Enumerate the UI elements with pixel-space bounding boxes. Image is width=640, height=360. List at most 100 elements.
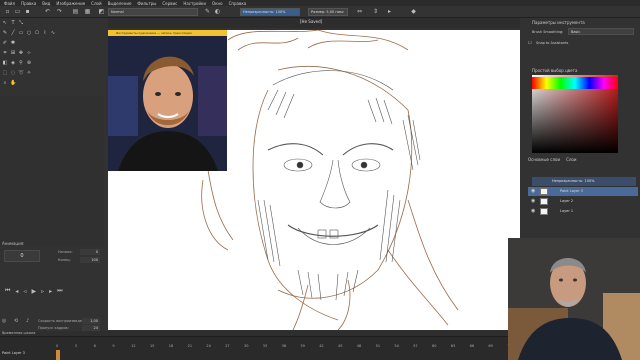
zoom-tool-icon[interactable]: ⌕: [2, 80, 8, 86]
edit-shapes-icon[interactable]: ⤡: [18, 20, 24, 26]
timeline-tick-label: 24: [206, 344, 211, 348]
snap-checkbox[interactable]: ☐: [528, 40, 532, 45]
rect-select-icon[interactable]: ⬚: [2, 70, 8, 76]
last-frame-icon[interactable]: ⏭: [57, 287, 62, 295]
menu-image[interactable]: Изображение: [56, 1, 85, 6]
gradient-icon[interactable]: ▤: [72, 8, 79, 15]
menu-help[interactable]: Справка: [229, 1, 247, 6]
layer-panel-tabs: Основные слои Слои: [528, 157, 638, 165]
gradient-tool-icon[interactable]: ◧: [2, 60, 8, 66]
menu-select[interactable]: Выделение: [108, 1, 132, 6]
tab-main-layers[interactable]: Основные слои: [528, 157, 560, 165]
hue-slider[interactable]: [532, 77, 618, 89]
wrap-around-icon[interactable]: ▸: [386, 8, 393, 15]
pattern-icon[interactable]: ▦: [84, 8, 91, 15]
lasso-select-icon[interactable]: ➰: [18, 70, 24, 76]
crop-tool-icon[interactable]: ⌗: [2, 50, 8, 56]
move-tool-icon[interactable]: ✥: [18, 50, 24, 56]
streamer-portrait: [108, 36, 227, 171]
next-frame-icon[interactable]: ▹: [41, 288, 44, 295]
audio-icon[interactable]: ♪: [26, 318, 29, 324]
visibility-eye-icon[interactable]: ◉: [531, 208, 535, 214]
redo-icon[interactable]: ↷: [56, 8, 63, 15]
menu-view[interactable]: Вид: [42, 1, 50, 6]
mirror-horizontal-icon[interactable]: ⇔: [356, 8, 363, 15]
prev-frame-icon[interactable]: ◃: [23, 288, 26, 295]
menu-settings[interactable]: Настройки: [183, 1, 206, 6]
timeline-tick-label: 57: [413, 344, 418, 348]
animation-panel-title: Анимация:: [2, 241, 25, 246]
layer-name: Paint Layer 3: [560, 189, 583, 193]
color-swatch-icon[interactable]: ◩: [98, 8, 105, 15]
dynamic-brush-icon[interactable]: ✐: [2, 40, 8, 46]
ellipse-tool-icon[interactable]: ○: [26, 30, 32, 36]
undo-icon[interactable]: ↶: [44, 8, 51, 15]
play-icon[interactable]: ▶: [31, 288, 36, 295]
blend-mode-select[interactable]: Normal: [108, 8, 198, 16]
timeline-tick-label: 36: [281, 344, 287, 348]
assistant-tool-icon[interactable]: ⊹: [26, 50, 32, 56]
first-frame-icon[interactable]: ⏮: [5, 287, 10, 295]
timeline-tick-label: 54: [394, 344, 399, 348]
brush-size-slider[interactable]: Размер: 5,00 пикс: [308, 8, 348, 16]
menu-file[interactable]: Файл: [4, 1, 15, 6]
timeline-tick-label: 3: [74, 344, 78, 348]
opacity-slider[interactable]: Непрозрачность: 100%: [240, 8, 300, 16]
menu-window[interactable]: Окно: [212, 1, 223, 6]
alpha-lock-icon[interactable]: ◐: [214, 8, 221, 15]
snap-to-assistants-label: Snap to Assistants: [536, 41, 569, 45]
open-folder-icon[interactable]: ▭: [14, 8, 21, 15]
end-frame-field[interactable]: 100: [80, 257, 100, 263]
visibility-eye-icon[interactable]: ◉: [531, 198, 535, 204]
layer-name: Layer 2: [560, 199, 574, 203]
tab-layers[interactable]: Слои: [566, 157, 576, 165]
save-icon[interactable]: ▪: [24, 8, 31, 15]
text-tool-icon[interactable]: T: [10, 20, 16, 26]
pan-tool-icon[interactable]: ✋: [10, 80, 16, 86]
start-frame-field[interactable]: 0: [80, 249, 100, 255]
timeline-tick-label: 21: [187, 344, 193, 348]
timeline-layer-name[interactable]: Paint Layer 3: [2, 351, 25, 355]
new-document-icon[interactable]: ▫: [4, 8, 11, 15]
layer-opacity-bar[interactable]: Непрозрачность: 100%: [532, 177, 636, 186]
timeline-tick-label: 15: [150, 344, 155, 348]
current-frame-field[interactable]: 0: [4, 250, 40, 262]
fill-tool-icon[interactable]: ◈: [10, 60, 16, 66]
timeline-tick-label: 30: [244, 344, 249, 348]
brush-smoothing-label: Brush Smoothing:: [532, 30, 564, 34]
artist-webcam: [508, 238, 640, 360]
prev-keyframe-icon[interactable]: ◂: [15, 288, 18, 295]
timeline-tick-label: 42: [319, 344, 324, 348]
mirror-vertical-icon[interactable]: ⇕: [372, 8, 379, 15]
polygon-tool-icon[interactable]: ⬠: [34, 30, 40, 36]
line-tool-icon[interactable]: ╱: [10, 30, 16, 36]
select-shapes-icon[interactable]: ↖: [2, 20, 8, 26]
transform-tool-icon[interactable]: ⊞: [10, 50, 16, 56]
timeline-tick-label: 48: [356, 344, 362, 348]
brush-smoothing-select[interactable]: Basic: [568, 28, 634, 35]
onion-skin-icon[interactable]: ◎: [2, 318, 6, 324]
eraser-mode-icon[interactable]: ✎: [204, 8, 211, 15]
next-keyframe-icon[interactable]: ▸: [49, 288, 52, 295]
menu-tools[interactable]: Сервис: [162, 1, 177, 6]
smart-patch-icon[interactable]: ⊛: [26, 60, 32, 66]
timeline-tick-label: 45: [338, 344, 343, 348]
playback-speed-field[interactable]: 1,00: [82, 318, 100, 324]
document-tab[interactable]: [Не Saved]: [300, 19, 322, 24]
polyline-tool-icon[interactable]: ⌇: [42, 30, 48, 36]
sketch-hatching: [257, 70, 421, 301]
bezier-tool-icon[interactable]: ∿: [50, 30, 56, 36]
multibrush-icon[interactable]: ✱: [10, 40, 16, 46]
rectangle-tool-icon[interactable]: ▭: [18, 30, 24, 36]
ellipse-select-icon[interactable]: ◌: [10, 70, 16, 76]
menu-edit[interactable]: Правка: [21, 1, 36, 6]
color-picker-icon[interactable]: ⚲: [18, 60, 24, 66]
freehand-brush-icon[interactable]: ✎: [2, 30, 8, 36]
visibility-eye-icon[interactable]: ◉: [531, 188, 535, 194]
magic-wand-icon[interactable]: ✧: [26, 70, 32, 76]
menu-filter[interactable]: Фильтры: [137, 1, 156, 6]
brush-preset-icon[interactable]: ◆: [410, 8, 417, 15]
drop-frames-icon[interactable]: ⟲: [14, 318, 18, 324]
timeline-playhead[interactable]: [56, 350, 60, 360]
menu-layer[interactable]: Слой: [91, 1, 101, 6]
